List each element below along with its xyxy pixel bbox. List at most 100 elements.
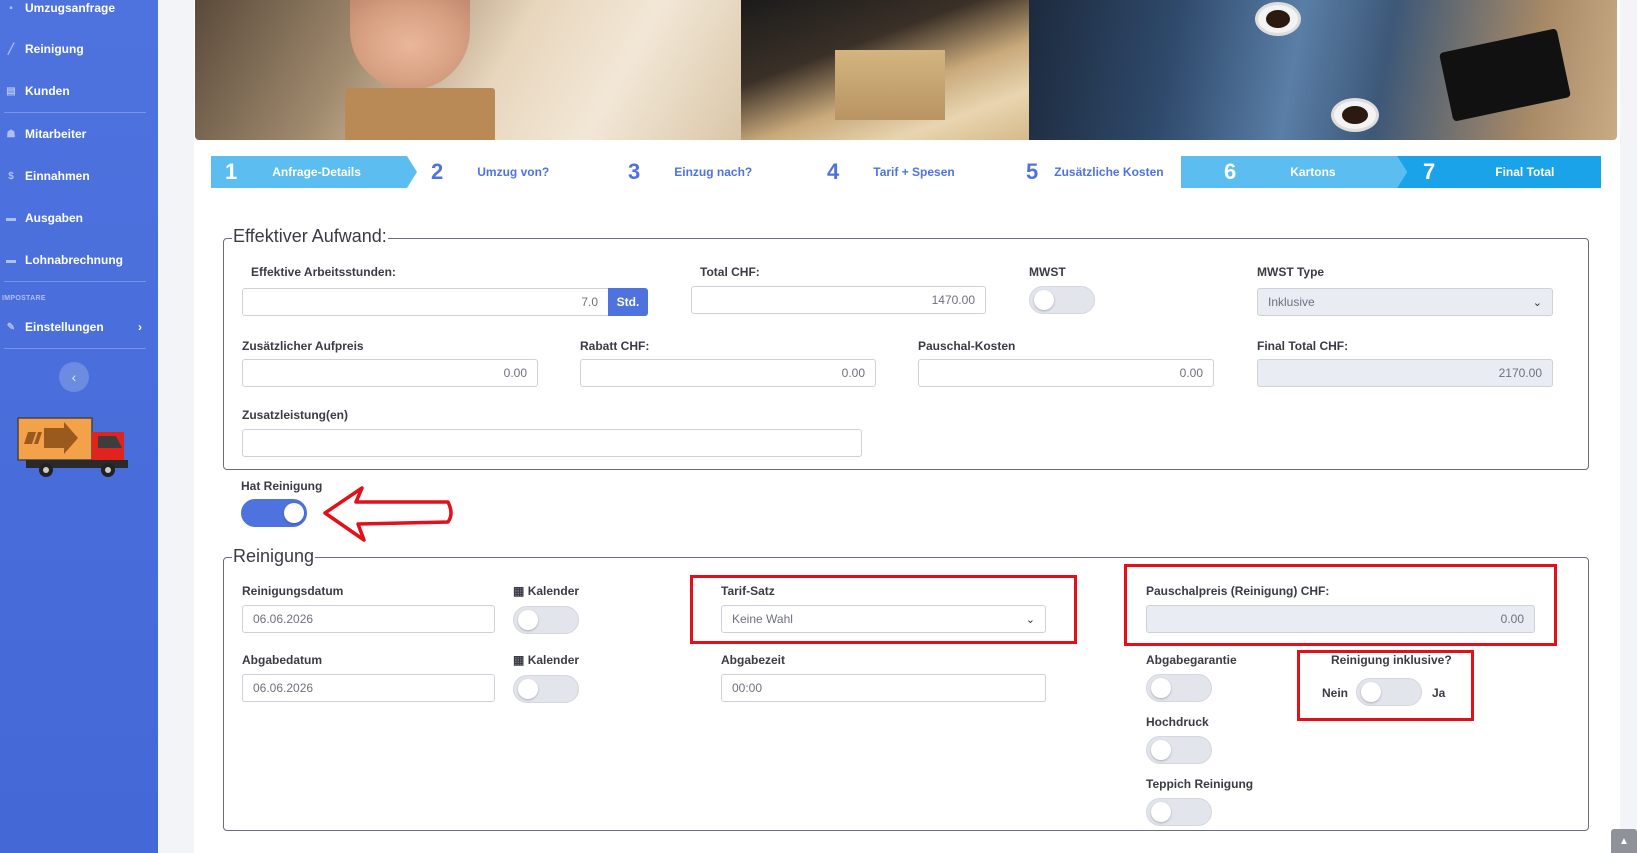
step-5[interactable]: 5 Zusätzliche Kosten [1026, 156, 1164, 188]
abgabezeit-label: Abgabezeit [721, 653, 786, 667]
users-icon: ☗ [6, 128, 16, 140]
step-number: 7 [1423, 159, 1436, 184]
reinigung-inklusive-highlight [1297, 650, 1474, 721]
rabatt-input[interactable]: 0.00 [580, 359, 876, 387]
tarif-satz-highlight [690, 575, 1077, 644]
abgabegarantie-label: Abgabegarantie [1146, 653, 1237, 667]
sidebar: ▪ Umzugsanfrage ╱ Reinigung ▤ Kunden ☗ M… [0, 0, 158, 853]
final-total-input[interactable]: 2170.00 [1257, 359, 1553, 387]
sidebar-item-ausgaben[interactable]: ▬ Ausgaben [0, 198, 158, 238]
money-icon: ▬ [6, 254, 16, 266]
sidebar-item-label: Lohnabrechnung [25, 253, 123, 267]
hochdruck-toggle[interactable] [1146, 736, 1212, 764]
sidebar-item-label: Reinigung [25, 42, 84, 56]
step-number: 4 [827, 159, 840, 184]
sidebar-item-lohnabrechnung[interactable]: ▬ Lohnabrechnung [0, 240, 158, 280]
step-label: Tarif + Spesen [873, 165, 955, 179]
abgabezeit-input[interactable]: 00:00 [721, 674, 1046, 702]
red-arrow-annotation [323, 486, 453, 542]
mwst-type-select[interactable]: Inklusive ⌄ [1257, 288, 1553, 316]
sidebar-item-label: Ausgaben [25, 211, 84, 225]
sidebar-item-label: Umzugsanfrage [25, 1, 116, 15]
hat-reinigung-label: Hat Reinigung [241, 479, 323, 493]
step-label: Einzug nach? [674, 165, 753, 179]
abgabezeit-value: 00:00 [732, 681, 763, 695]
aufpreis-value: 0.00 [503, 366, 527, 380]
step-label: Final Total [1495, 165, 1555, 179]
step-label: Umzug von? [477, 165, 550, 179]
kalender-text: Kalender [527, 653, 580, 667]
step-label: Anfrage-Details [272, 165, 361, 179]
address-book-icon: ▤ [6, 85, 16, 97]
arbeitsstunden-value: 7.0 [581, 295, 598, 309]
pauschal-label: Pauschal-Kosten [918, 339, 1016, 353]
calendar-icon: ▦ [513, 584, 525, 598]
wrench-icon: ✎ [6, 321, 16, 333]
mwst-toggle[interactable] [1029, 286, 1095, 314]
reinigung-legend: Reinigung [232, 546, 316, 567]
chevron-down-icon: ⌄ [1532, 296, 1542, 309]
sidebar-divider [4, 281, 146, 282]
step-3[interactable]: 3 Einzug nach? [628, 156, 752, 188]
step-1[interactable]: 1 Anfrage-Details [225, 156, 361, 188]
sidebar-item-label: Mitarbeiter [25, 127, 87, 141]
sidebar-item-label: Einnahmen [25, 169, 90, 183]
sidebar-divider [4, 112, 146, 113]
step-number: 5 [1026, 159, 1039, 184]
sidebar-item-mitarbeiter[interactable]: ☗ Mitarbeiter [0, 114, 158, 154]
sidebar-item-kunden[interactable]: ▤ Kunden [0, 71, 158, 111]
rabatt-label: Rabatt CHF: [580, 339, 650, 353]
step-7[interactable]: 7 Final Total [1423, 156, 1554, 188]
sidebar-toggle-button[interactable]: ‹ [59, 362, 89, 392]
step-label: Zusätzliche Kosten [1054, 165, 1164, 179]
kalender-text: Kalender [527, 584, 580, 598]
arbeitsstunden-input[interactable]: 7.0 [242, 288, 609, 316]
rabatt-value: 0.00 [841, 366, 865, 380]
std-unit-button[interactable]: Std. [608, 288, 648, 316]
scroll-to-top-button[interactable]: ▲ [1611, 829, 1637, 853]
calendar-icon: ▦ [513, 653, 525, 667]
truck-icon: ▪ [9, 2, 13, 14]
step-6[interactable]: 6 Kartons [1224, 156, 1336, 188]
final-total-label: Final Total CHF: [1257, 339, 1349, 353]
sidebar-item-label: Kunden [25, 84, 70, 98]
wizard-steps: 1 Anfrage-Details 2 Umzug von? 3 Einzug … [211, 156, 1601, 188]
reinigungsdatum-label: Reinigungsdatum [242, 584, 344, 598]
truck-logo [17, 417, 128, 477]
pauschalpreis-highlight [1124, 564, 1557, 646]
mwst-type-label: MWST Type [1257, 265, 1325, 279]
teppich-label: Teppich Reinigung [1146, 777, 1254, 791]
pauschal-value: 0.00 [1179, 366, 1203, 380]
kalender-toggle[interactable] [513, 675, 579, 703]
kalender-label: ▦ Kalender [513, 584, 579, 598]
step-number: 3 [628, 159, 641, 184]
abgabedatum-input[interactable]: 06.06.2026 [242, 674, 495, 702]
sidebar-item-umzugsanfrage[interactable]: ▪ Umzugsanfrage [0, 0, 158, 28]
step-number: 1 [225, 159, 238, 184]
zusatzleistungen-input[interactable] [242, 429, 862, 457]
reinigungsdatum-value: 06.06.2026 [253, 612, 314, 626]
step-4[interactable]: 4 Tarif + Spesen [827, 156, 955, 188]
zusatzleistungen-label: Zusatzleistung(en) [242, 408, 349, 422]
teppich-toggle[interactable] [1146, 798, 1212, 826]
kalender-label: ▦ Kalender [513, 653, 579, 667]
hat-reinigung-toggle[interactable] [241, 499, 307, 527]
sidebar-item-einnahmen[interactable]: $ Einnahmen [0, 156, 158, 196]
wallet-icon: ▬ [6, 212, 16, 224]
sidebar-item-einstellungen[interactable]: ✎ Einstellungen › [0, 307, 158, 347]
aufpreis-input[interactable]: 0.00 [242, 359, 538, 387]
sidebar-divider [4, 348, 146, 349]
total-input[interactable]: 1470.00 [691, 286, 986, 314]
abgabedatum-value: 06.06.2026 [253, 681, 314, 695]
total-label: Total CHF: [700, 265, 760, 279]
reinigungsdatum-input[interactable]: 06.06.2026 [242, 605, 495, 633]
chevron-right-icon: › [138, 320, 142, 334]
abgabedatum-label: Abgabedatum [242, 653, 323, 667]
pauschal-input[interactable]: 0.00 [918, 359, 1214, 387]
sidebar-item-reinigung[interactable]: ╱ Reinigung [0, 29, 158, 69]
abgabegarantie-toggle[interactable] [1146, 674, 1212, 702]
step-2[interactable]: 2 Umzug von? [431, 156, 549, 188]
final-total-value: 2170.00 [1498, 366, 1542, 380]
kalender-toggle[interactable] [513, 606, 579, 634]
dollar-icon: $ [8, 170, 14, 182]
